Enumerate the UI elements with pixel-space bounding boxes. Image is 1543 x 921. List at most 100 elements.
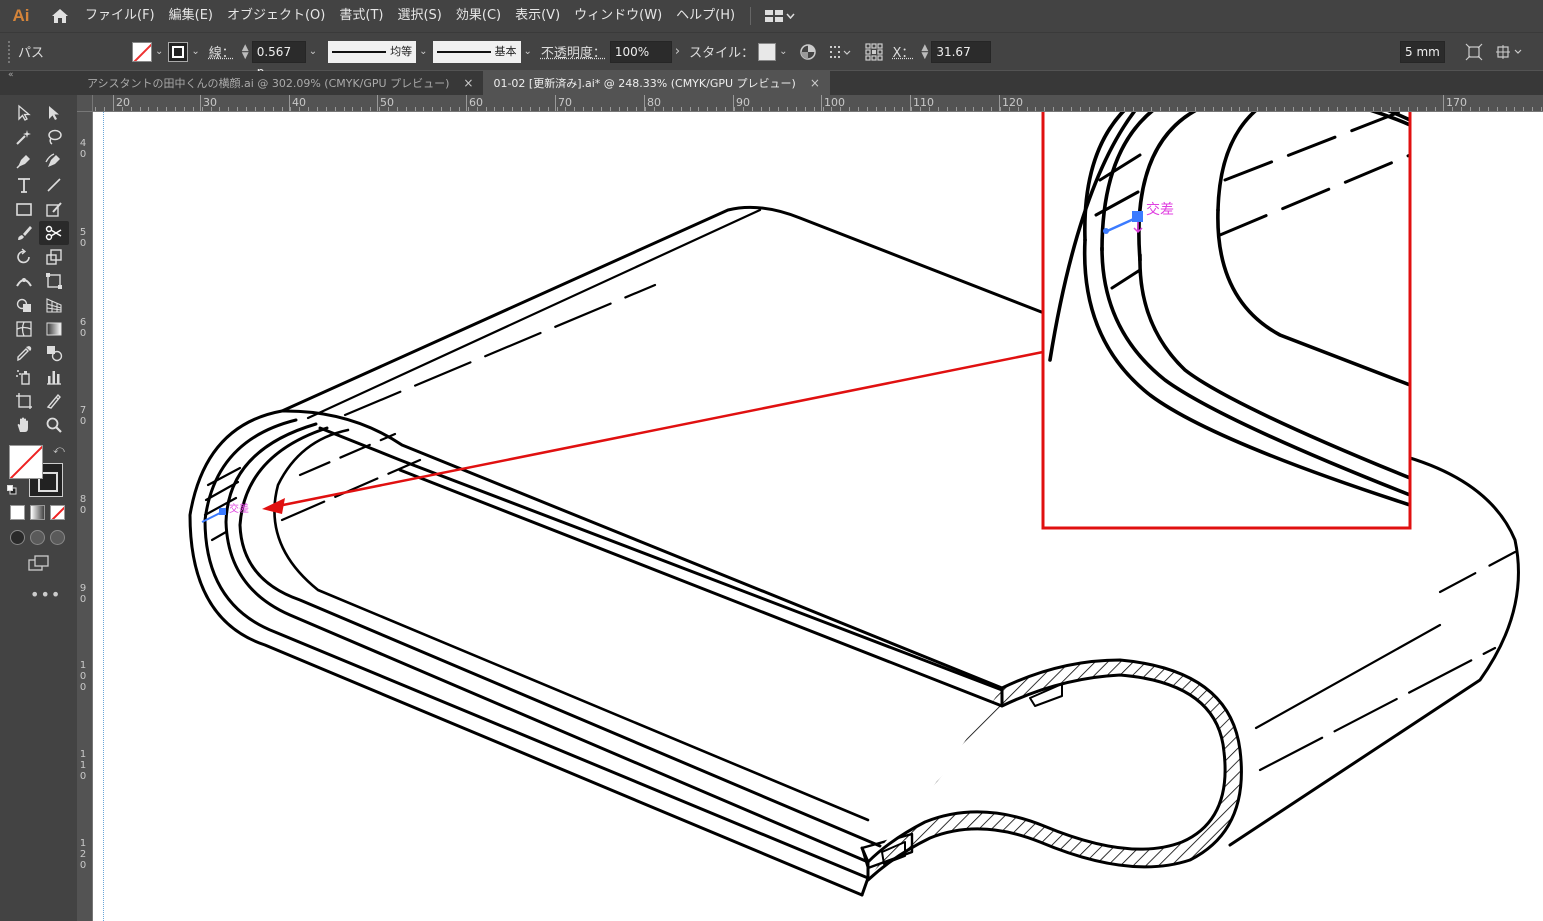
tab-document-1[interactable]: アシスタントの田中くんの横顔.ai @ 302.09% (CMYK/GPU プレ… <box>77 71 483 95</box>
scissors-tool-icon[interactable] <box>39 221 69 245</box>
menu-edit[interactable]: 編集(E) <box>162 0 220 32</box>
swap-fill-stroke-icon[interactable]: ⤺ <box>53 443 65 457</box>
ruler-minor-tick <box>1435 107 1436 111</box>
menu-select[interactable]: 選択(S) <box>390 0 448 32</box>
brush-definition[interactable]: 基本 <box>432 40 521 63</box>
close-icon[interactable]: × <box>810 76 820 90</box>
draw-inside-icon[interactable] <box>50 530 65 545</box>
default-fill-stroke-icon[interactable] <box>7 485 17 495</box>
menu-object[interactable]: オブジェクト(O) <box>220 0 332 32</box>
screen-mode-icon[interactable] <box>28 555 50 571</box>
opacity-field[interactable]: 100% <box>609 40 672 63</box>
magic-wand-tool-icon[interactable] <box>9 125 39 149</box>
home-icon[interactable] <box>42 0 78 32</box>
symbol-sprayer-tool-icon[interactable] <box>9 365 39 389</box>
transform-icon[interactable] <box>1462 40 1486 64</box>
collapse-panel-icon[interactable]: « <box>8 70 14 80</box>
eyedropper-tool-icon[interactable] <box>9 341 39 365</box>
color-mode-gradient[interactable] <box>30 505 45 520</box>
fill-color-swatch[interactable] <box>132 41 152 62</box>
draw-behind-icon[interactable] <box>30 530 45 545</box>
blend-tool-icon[interactable] <box>39 341 69 365</box>
line-segment-tool-icon[interactable] <box>39 173 69 197</box>
gradient-tool-icon[interactable] <box>39 317 69 341</box>
slice-tool-icon[interactable] <box>39 389 69 413</box>
ruler-minor-tick <box>707 107 708 111</box>
type-tool-icon[interactable] <box>9 173 39 197</box>
ruler-minor-tick <box>131 107 132 111</box>
ruler-minor-tick <box>894 107 895 111</box>
direct-selection-tool-icon[interactable] <box>39 101 69 125</box>
color-mode-solid[interactable] <box>10 505 25 520</box>
fill-swatch[interactable] <box>9 445 43 479</box>
ruler-minor-tick <box>1044 107 1045 111</box>
rotate-tool-icon[interactable] <box>9 245 39 269</box>
close-icon[interactable]: × <box>463 76 473 90</box>
ruler-minor-tick <box>1390 107 1391 111</box>
shape-builder-tool-icon[interactable] <box>9 293 39 317</box>
chevron-down-icon[interactable]: ⌄ <box>776 46 792 57</box>
ruler-minor-tick <box>548 107 549 111</box>
menu-type[interactable]: 書式(T) <box>332 0 390 32</box>
lasso-tool-icon[interactable] <box>39 125 69 149</box>
selection-tool-icon[interactable] <box>9 101 39 125</box>
width-tool-icon[interactable] <box>9 269 39 293</box>
graphic-style-swatch[interactable] <box>758 42 777 61</box>
tab-document-2[interactable]: 01-02 [更新済み].ai* @ 248.33% (CMYK/GPU プレビ… <box>483 71 830 95</box>
chevron-down-icon[interactable]: ⌄ <box>416 46 432 57</box>
stroke-color-swatch[interactable] <box>168 41 189 62</box>
align-options-icon[interactable] <box>826 40 856 64</box>
width-field[interactable]: 5 mm <box>1400 41 1445 63</box>
ruler-minor-tick <box>1071 107 1072 111</box>
ruler-minor-tick <box>415 107 416 111</box>
recolor-icon[interactable] <box>796 40 820 64</box>
chevron-down-icon[interactable]: ⌄ <box>188 46 204 57</box>
workspace-switcher[interactable] <box>759 10 801 22</box>
chevron-down-icon[interactable]: ⌄ <box>306 46 322 57</box>
zoom-tool-icon[interactable] <box>39 413 69 437</box>
ruler-minor-tick <box>1000 107 1001 111</box>
menu-view[interactable]: 表示(V) <box>508 0 567 32</box>
ruler-minor-tick <box>406 107 407 111</box>
menu-effect[interactable]: 効果(C) <box>449 0 508 32</box>
curvature-tool-icon[interactable] <box>39 149 69 173</box>
x-coordinate-stepper[interactable]: ▲ ▼ <box>918 43 931 60</box>
menu-window[interactable]: ウィンドウ(W) <box>567 0 669 32</box>
menu-help[interactable]: ヘルプ(H) <box>669 0 742 32</box>
ruler-minor-tick <box>1399 107 1400 111</box>
isolate-icon[interactable] <box>1493 40 1527 64</box>
stroke-weight-stepper[interactable]: ▲ ▼ <box>239 43 252 60</box>
ruler-minor-tick <box>1080 107 1081 111</box>
paintbrush-tool-icon[interactable] <box>9 221 39 245</box>
stroke-weight-field[interactable]: 0.567 p <box>251 40 306 79</box>
color-mode-none[interactable] <box>50 505 65 520</box>
shaper-tool-icon[interactable] <box>39 197 69 221</box>
edit-toolbar-button[interactable]: ••• <box>30 585 61 604</box>
perspective-grid-tool-icon[interactable] <box>39 293 69 317</box>
pen-tool-icon[interactable] <box>9 149 39 173</box>
reference-point-icon[interactable] <box>862 40 886 64</box>
free-transform-tool-icon[interactable] <box>39 269 69 293</box>
ruler-origin[interactable] <box>77 95 93 112</box>
x-coordinate-field[interactable]: 31.67 <box>931 40 992 63</box>
artboard-canvas[interactable]: 交差 交差 <box>93 112 1543 921</box>
opacity-label[interactable]: 不透明度： <box>537 42 610 61</box>
rectangle-tool-icon[interactable] <box>9 197 39 221</box>
variable-width-profile[interactable]: 均等 <box>328 40 417 63</box>
ruler-label: 60 <box>469 96 483 109</box>
artboard-tool-icon[interactable] <box>9 389 39 413</box>
scale-tool-icon[interactable] <box>39 245 69 269</box>
chevron-down-icon[interactable]: ⌄ <box>152 46 168 57</box>
hand-tool-icon[interactable] <box>9 413 39 437</box>
menu-file[interactable]: ファイル(F) <box>78 0 162 32</box>
chevron-down-icon[interactable]: ⌄ <box>521 46 537 57</box>
draw-normal-icon[interactable] <box>10 530 25 545</box>
ruler-minor-tick <box>1497 107 1498 111</box>
mesh-tool-icon[interactable] <box>9 317 39 341</box>
ruler-minor-tick <box>432 107 433 111</box>
stroke-weight-label[interactable]: 線： <box>205 42 239 61</box>
ruler-minor-tick <box>911 107 912 111</box>
column-graph-tool-icon[interactable] <box>39 365 69 389</box>
x-coordinate-label[interactable]: X： <box>889 42 919 61</box>
chevron-right-icon[interactable]: › <box>672 44 685 59</box>
